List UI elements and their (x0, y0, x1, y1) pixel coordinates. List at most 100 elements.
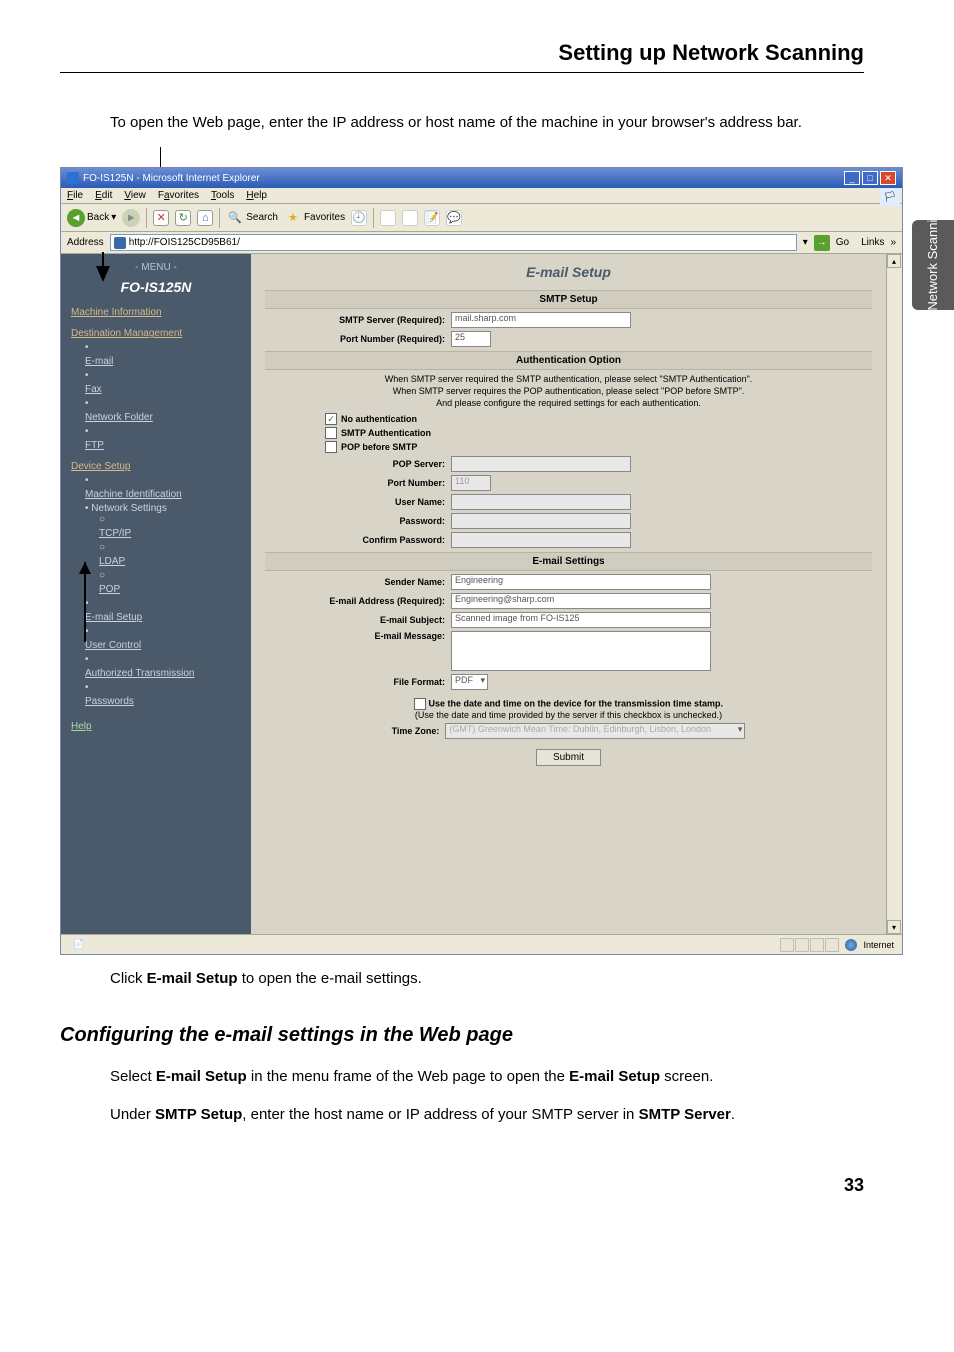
select-timezone[interactable]: (GMT) Greenwich Mean Time: Dublin, Edinb… (445, 723, 745, 739)
input-username[interactable] (451, 494, 631, 510)
window-title: FO-IS125N - Microsoft Internet Explorer (83, 173, 260, 184)
paragraph-2: Under SMTP Setup, enter the host name or… (110, 1105, 854, 1125)
label-subject: E-mail Subject: (265, 615, 445, 625)
addressbar: Address http://FOIS125CD95B61/ ▾ → Go Li… (61, 232, 902, 254)
status-zone: Internet (863, 940, 894, 950)
page-number: 33 (60, 1175, 864, 1196)
page-header: Setting up Network Scanning (60, 40, 864, 66)
nav-machine-id[interactable]: Machine Identification (85, 489, 241, 500)
browser-window: FO-IS125N - Microsoft Internet Explorer … (60, 167, 903, 955)
nav-passwords[interactable]: Passwords (85, 696, 241, 707)
input-pop-server[interactable] (451, 456, 631, 472)
home-button[interactable]: ⌂ (197, 210, 213, 226)
label-password: Password: (265, 516, 445, 526)
checkbox-no-auth[interactable]: ✓ (325, 413, 337, 425)
menu-tools[interactable]: Tools (211, 190, 234, 201)
input-port[interactable]: 25 (451, 331, 491, 347)
nav-dest-netfolder[interactable]: Network Folder (85, 412, 241, 423)
section-heading: Configuring the e-mail settings in the W… (60, 1024, 894, 1047)
edit-button[interactable]: 📝 (424, 210, 440, 226)
section-auth-option: Authentication Option (265, 351, 872, 370)
input-smtp-server[interactable]: mail.sharp.com (451, 312, 631, 328)
label-email-addr: E-mail Address (Required): (265, 596, 445, 606)
page-icon (114, 237, 126, 249)
mail-button[interactable]: ✉ (380, 210, 396, 226)
sidebar: - MENU - FO-IS125N Machine Information D… (61, 254, 251, 934)
minimize-button[interactable]: _ (844, 171, 860, 185)
nav-help[interactable]: Help (71, 721, 241, 732)
panel-title: E-mail Setup (265, 264, 872, 280)
select-file-format[interactable]: PDF (451, 674, 488, 690)
history-button[interactable]: 🕘 (351, 210, 367, 226)
search-button[interactable]: 🔍Search (226, 209, 278, 227)
status-done-icon: 📄 (73, 939, 84, 950)
nav-device-setup[interactable]: Device Setup (71, 461, 241, 472)
sidebar-model: FO-IS125N (71, 279, 241, 295)
nav-machine-info[interactable]: Machine Information (71, 307, 241, 318)
nav-ldap[interactable]: LDAP (99, 556, 241, 567)
checkbox-smtp-auth[interactable] (325, 427, 337, 439)
nav-destination-mgmt[interactable]: Destination Management (71, 328, 241, 339)
input-subject[interactable]: Scanned image from FO-IS125 (451, 612, 711, 628)
submit-button[interactable]: Submit (536, 749, 601, 766)
section-email-settings: E-mail Settings (265, 552, 872, 571)
toolbar: ◄Back ▾ ► ✕ ↻ ⌂ 🔍Search ★Favorites 🕘 ✉ 🖨… (61, 204, 902, 232)
timestamp-label: Use the date and time on the device for … (428, 699, 723, 709)
label-message: E-mail Message: (265, 631, 445, 641)
status-cell (780, 938, 794, 952)
address-dropdown[interactable]: ▾ (803, 237, 808, 248)
header-rule (60, 72, 864, 73)
nav-dest-email[interactable]: E-mail (85, 356, 241, 367)
input-message[interactable] (451, 631, 711, 671)
menu-help[interactable]: Help (246, 190, 267, 201)
print-button[interactable]: 🖨 (402, 210, 418, 226)
input-email-addr[interactable]: Engineering@sharp.com (451, 593, 711, 609)
sidebar-menu-label: - MENU - (71, 262, 241, 273)
address-input[interactable]: http://FOIS125CD95B61/ (110, 234, 797, 251)
label-port: Port Number (Required): (265, 334, 445, 344)
ie-flag-icon: 🏳 (880, 188, 900, 206)
intro-text: To open the Web page, enter the IP addre… (110, 113, 894, 133)
statusbar: 📄 Internet (61, 934, 902, 954)
label-confirm-password: Confirm Password: (265, 535, 445, 545)
scrollbar-vertical[interactable]: ▴ ▾ (886, 254, 902, 934)
nav-dest-fax[interactable]: Fax (85, 384, 241, 395)
back-button[interactable]: ◄Back ▾ (67, 209, 116, 227)
label-pop-port: Port Number: (265, 478, 445, 488)
stop-button[interactable]: ✕ (153, 210, 169, 226)
input-password[interactable] (451, 513, 631, 529)
nav-email-setup[interactable]: E-mail Setup (85, 612, 241, 623)
go-button[interactable]: → (814, 235, 830, 251)
label-timezone: Time Zone: (392, 726, 440, 736)
input-pop-port[interactable]: 110 (451, 475, 491, 491)
nav-pop[interactable]: POP (99, 584, 241, 595)
nav-user-control[interactable]: User Control (85, 640, 241, 651)
links-label[interactable]: Links (861, 237, 884, 248)
section-smtp-setup: SMTP Setup (265, 290, 872, 309)
checkbox-pop-before[interactable] (325, 441, 337, 453)
label-file-format: File Format: (265, 677, 445, 687)
titlebar: FO-IS125N - Microsoft Internet Explorer … (61, 168, 902, 188)
main-panel: E-mail Setup SMTP Setup SMTP Server (Req… (251, 254, 902, 934)
refresh-button[interactable]: ↻ (175, 210, 191, 226)
menu-view[interactable]: View (124, 190, 146, 201)
label-sender: Sender Name: (265, 577, 445, 587)
input-confirm-password[interactable] (451, 532, 631, 548)
nav-authorized[interactable]: Authorized Transmission (85, 668, 241, 679)
discuss-button[interactable]: 💬 (446, 210, 462, 226)
menubar: FFileile Edit View Favorites Tools Help … (61, 188, 902, 204)
paragraph-1: Select E-mail Setup in the menu frame of… (110, 1067, 854, 1087)
scroll-down-button[interactable]: ▾ (887, 920, 901, 934)
nav-tcpip[interactable]: TCP/IP (99, 528, 241, 539)
nav-dest-ftp[interactable]: FTP (85, 440, 241, 451)
menu-edit[interactable]: Edit (95, 190, 112, 201)
maximize-button[interactable]: □ (862, 171, 878, 185)
favorites-button[interactable]: ★Favorites (284, 209, 345, 227)
close-button[interactable]: ✕ (880, 171, 896, 185)
scroll-up-button[interactable]: ▴ (887, 254, 901, 268)
menu-file[interactable]: FFileile (67, 190, 83, 201)
menu-favorites[interactable]: Favorites (158, 190, 199, 201)
input-sender[interactable]: Engineering (451, 574, 711, 590)
forward-button[interactable]: ► (122, 209, 140, 227)
checkbox-timestamp[interactable] (414, 698, 426, 710)
